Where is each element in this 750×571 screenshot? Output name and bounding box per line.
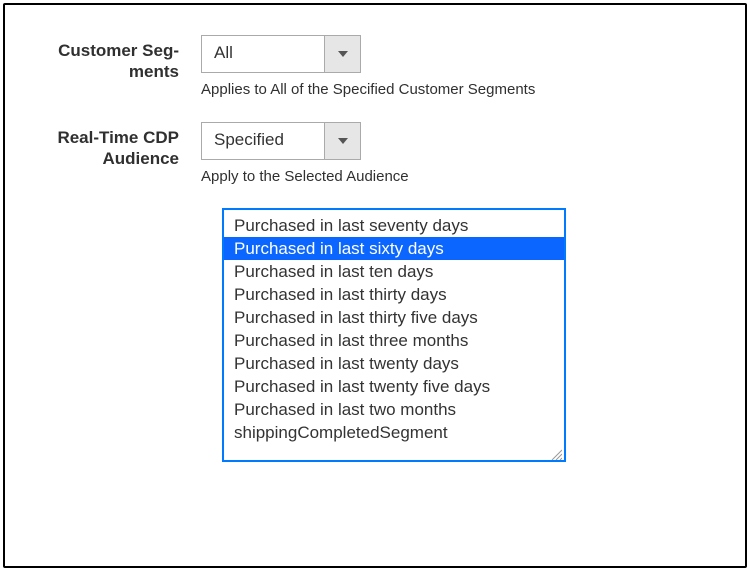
- label-line: Audience: [31, 148, 179, 169]
- audience-listbox-wrap: Purchased in last seventy daysPurchased …: [223, 209, 719, 461]
- label-line: Real-Time CDP: [57, 128, 179, 147]
- audience-listbox[interactable]: Purchased in last seventy daysPurchased …: [223, 209, 565, 461]
- audience-option[interactable]: Purchased in last sixty days: [224, 237, 564, 260]
- settings-panel: Customer Seg- ments All Applies to All o…: [3, 3, 747, 568]
- label-line: Customer Seg-: [58, 41, 179, 60]
- select-value: Specified: [202, 123, 324, 159]
- chevron-down-icon: [324, 123, 360, 159]
- audience-option[interactable]: Purchased in last two months: [224, 398, 564, 421]
- audience-option[interactable]: shippingCompletedSegment: [224, 421, 564, 444]
- resize-handle[interactable]: [550, 446, 562, 458]
- audience-option[interactable]: Purchased in last seventy days: [224, 214, 564, 237]
- customer-segments-label: Customer Seg- ments: [31, 35, 201, 83]
- audience-option[interactable]: Purchased in last three months: [224, 329, 564, 352]
- audience-option[interactable]: Purchased in last thirty five days: [224, 306, 564, 329]
- select-value: All: [202, 36, 324, 72]
- chevron-down-icon: [324, 36, 360, 72]
- rtcdp-audience-control: Specified Apply to the Selected Audience: [201, 122, 719, 185]
- audience-option[interactable]: Purchased in last twenty five days: [224, 375, 564, 398]
- customer-segments-hint: Applies to All of the Specified Customer…: [201, 81, 719, 98]
- customer-segments-row: Customer Seg- ments All Applies to All o…: [31, 35, 719, 98]
- rtcdp-audience-hint: Apply to the Selected Audience: [201, 168, 719, 185]
- customer-segments-select[interactable]: All: [201, 35, 361, 73]
- audience-option[interactable]: Purchased in last thirty days: [224, 283, 564, 306]
- label-line: ments: [31, 61, 179, 82]
- audience-option[interactable]: Purchased in last twenty days: [224, 352, 564, 375]
- audience-option[interactable]: Purchased in last ten days: [224, 260, 564, 283]
- rtcdp-audience-row: Real-Time CDP Audience Specified Apply t…: [31, 122, 719, 185]
- customer-segments-control: All Applies to All of the Specified Cust…: [201, 35, 719, 98]
- rtcdp-audience-select[interactable]: Specified: [201, 122, 361, 160]
- rtcdp-audience-label: Real-Time CDP Audience: [31, 122, 201, 170]
